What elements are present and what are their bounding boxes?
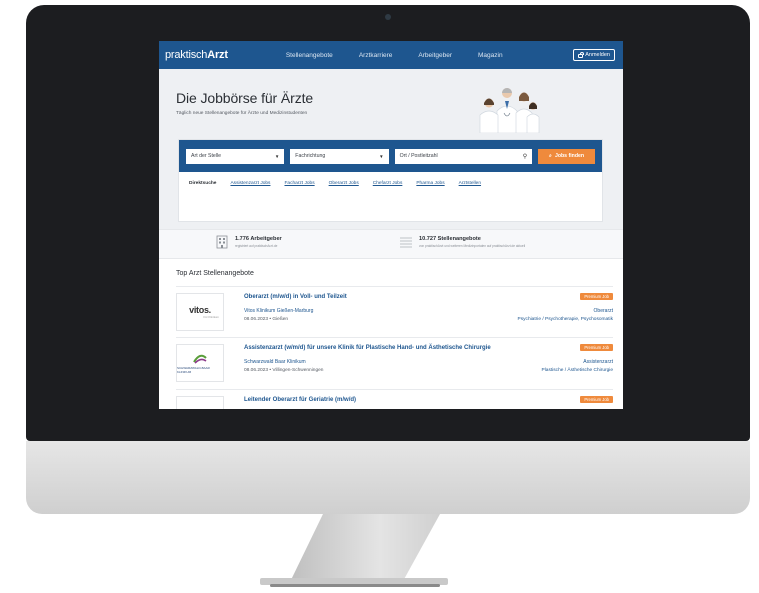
company-logo: SCHWARZWALD-BAAR KLINIKUM	[176, 344, 224, 382]
quick-link-assistenzarzt[interactable]: Assistenzarzt Jobs	[230, 181, 270, 186]
premium-badge: Premium Job	[580, 293, 613, 300]
job-specialty[interactable]: Psychiatrie / Psychotherapie, Psychosoma…	[518, 317, 613, 322]
stat-employers: 1.776 Arbeitgeber registriert auf prakti…	[215, 235, 282, 249]
hospital-logo-mark	[193, 354, 207, 364]
job-company[interactable]: Vitos Klinikum Gießen-Marburg	[244, 308, 313, 314]
quick-link-oberarzt[interactable]: Oberarzt Jobs	[329, 181, 359, 186]
job-position[interactable]: Oberarzt	[594, 308, 613, 314]
stat-jobs: 10.727 Stellenangebote von praktischArzt…	[399, 235, 525, 249]
nav-link-stellenangebote[interactable]: Stellenangebote	[286, 52, 333, 59]
job-title-link[interactable]: Leitender Oberarzt für Geriatrie (m/w/d)	[244, 397, 356, 403]
search-bar: Art der Stelle ▼ Fachrichtung ▼ Ort / Po…	[179, 140, 602, 172]
location-input[interactable]: Ort / Postleitzahl ⚲	[394, 148, 533, 164]
nav-links: Stellenangebote Arztkarriere Arbeitgeber…	[286, 52, 529, 59]
top-navigation: praktischArzt Stellenangebote Arztkarrie…	[159, 41, 623, 69]
job-date-location: 08.06.2023 • Gießen	[244, 317, 289, 322]
lock-icon	[578, 51, 584, 58]
building-icon	[216, 235, 228, 249]
job-listing[interactable]: Leitender Oberarzt für Geriatrie (m/w/d)…	[176, 389, 613, 409]
job-listing[interactable]: vitos. Für Klinikum Oberarzt (m/w/d) in …	[176, 286, 613, 336]
job-company[interactable]: Schwarzwald Baar Klinikum	[244, 359, 306, 365]
list-icon	[400, 237, 412, 248]
website-screen: praktischArzt Stellenangebote Arztkarrie…	[159, 41, 623, 409]
position-type-select[interactable]: Art der Stelle ▼	[186, 148, 285, 164]
webcam-dot	[385, 14, 391, 20]
chevron-down-icon: ▼	[379, 153, 384, 159]
job-position[interactable]: Assistenzarzt	[583, 359, 613, 365]
monitor-chin	[26, 441, 750, 514]
job-title-link[interactable]: Oberarzt (m/w/d) in Voll- und Teilzeit	[244, 294, 347, 300]
job-listing[interactable]: SCHWARZWALD-BAAR KLINIKUM Assistenzarzt …	[176, 337, 613, 387]
find-jobs-button[interactable]: ⌕ Jobs finden	[538, 148, 595, 164]
hero-section: Die Jobbörse für Ärzte Täglich neue Stel…	[159, 69, 623, 229]
search-panel: Art der Stelle ▼ Fachrichtung ▼ Ort / Po…	[178, 139, 603, 222]
job-date-location: 08.06.2023 • Villingen-Schwenningen	[244, 368, 324, 373]
nav-link-arztkarriere[interactable]: Arztkarriere	[359, 52, 393, 59]
section-heading: Top Arzt Stellenangebote	[176, 270, 254, 277]
hero-subtitle: Täglich neue Stellenangebote für Ärzte u…	[176, 111, 308, 116]
stat-description: registriert auf praktischArzt.de	[235, 244, 278, 248]
doctors-group-image	[479, 88, 540, 133]
monitor-base-edge	[270, 584, 440, 587]
company-logo	[176, 396, 224, 409]
job-specialty[interactable]: Plastische / Ästhetische Chirurgie	[542, 368, 613, 373]
top-jobs-section: Top Arzt Stellenangebote vitos. Für Klin…	[159, 259, 623, 409]
quick-link-facharzt[interactable]: Facharzt Jobs	[284, 181, 314, 186]
stat-title: 10.727 Stellenangebote	[419, 236, 481, 242]
stats-strip: 1.776 Arbeitgeber registriert auf prakti…	[159, 229, 623, 259]
direct-search-label: Direktsuche	[189, 181, 217, 186]
quick-link-chefarzt[interactable]: Chefarzt Jobs	[373, 181, 403, 186]
login-button[interactable]: Anmelden	[573, 49, 615, 61]
location-pin-icon: ⚲	[522, 153, 528, 160]
page-title: Die Jobbörse für Ärzte	[176, 90, 314, 106]
quick-link-pharma[interactable]: Pharma Jobs	[416, 181, 444, 186]
specialty-select[interactable]: Fachrichtung ▼	[290, 148, 389, 164]
premium-badge: Premium Job	[580, 344, 613, 351]
job-title-link[interactable]: Assistenzarzt (w/m/d) für unsere Klinik …	[244, 345, 491, 351]
stat-title: 1.776 Arbeitgeber	[235, 236, 282, 242]
company-logo: vitos. Für Klinikum	[176, 293, 224, 331]
stat-description: von praktischArzt und weiteren Medizinpo…	[419, 244, 526, 248]
nav-link-arbeitgeber[interactable]: Arbeitgeber	[418, 52, 452, 59]
quick-link-arztstellen[interactable]: Arztstellen	[459, 181, 481, 186]
site-logo[interactable]: praktischArzt	[165, 49, 228, 61]
search-icon: ⌕	[549, 152, 552, 159]
monitor-mockup: praktischArzt Stellenangebote Arztkarrie…	[0, 0, 759, 593]
nav-link-magazin[interactable]: Magazin	[478, 52, 503, 59]
monitor-stand	[290, 514, 440, 582]
direct-search-links: Direktsuche Assistenzarzt Jobs Facharzt …	[179, 172, 602, 186]
chevron-down-icon: ▼	[274, 153, 280, 159]
premium-badge: Premium Job	[580, 396, 613, 403]
